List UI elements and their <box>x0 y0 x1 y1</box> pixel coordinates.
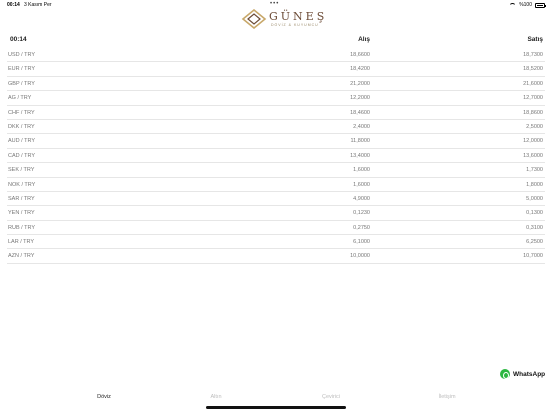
buy-value: 13,4000 <box>350 152 370 159</box>
currency-pair: LAR / TRY <box>8 239 35 246</box>
sell-value: 18,8600 <box>523 109 543 116</box>
status-indicators: %100 <box>509 0 546 10</box>
currency-pair: GBP / TRY <box>8 80 35 87</box>
sell-value: 0,1300 <box>526 210 543 217</box>
sell-value: 12,0000 <box>523 138 543 145</box>
sell-value: 10,7000 <box>523 253 543 260</box>
currency-pair: EUR / TRY <box>8 66 35 73</box>
buy-value: 2,4000 <box>353 123 370 130</box>
sell-value: 2,5000 <box>526 123 543 130</box>
sell-value: 1,8000 <box>526 181 543 188</box>
sell-value: 13,6000 <box>523 152 543 159</box>
currency-pair: SEK / TRY <box>8 167 35 174</box>
buy-value: 0,1230 <box>353 210 370 217</box>
currency-pair: SAR / TRY <box>8 195 35 202</box>
currency-pair: DKK / TRY <box>8 123 35 130</box>
table-row: YEN / TRY 0,1230 0,1300 <box>7 206 545 221</box>
table-row: SAR / TRY 4,9000 5,0000 <box>7 192 545 207</box>
tab-doviz[interactable]: Döviz <box>97 394 111 400</box>
sell-value: 12,7000 <box>523 95 543 102</box>
tab-iletisim[interactable]: İletişim <box>438 394 455 400</box>
currency-pair: CHF / TRY <box>8 109 35 116</box>
wifi-icon <box>509 3 517 8</box>
table-row: AZN / TRY 10,0000 10,7000 <box>7 249 545 264</box>
whatsapp-button[interactable]: WhatsApp <box>500 369 545 379</box>
sell-value: 0,3100 <box>526 224 543 231</box>
sell-value: 6,2500 <box>526 239 543 246</box>
tab-cevirici[interactable]: Çevirici <box>322 394 340 400</box>
status-time: 00:14 <box>7 2 20 8</box>
table-row: AUD / TRY 11,8000 12,0000 <box>7 134 545 149</box>
buy-value: 12,2000 <box>350 95 370 102</box>
buy-value: 21,2000 <box>350 80 370 87</box>
buy-value: 4,9000 <box>353 195 370 202</box>
sell-value: 5,0000 <box>526 195 543 202</box>
logo-name: GÜNEŞ <box>269 10 328 23</box>
sell-value: 1,7300 <box>526 167 543 174</box>
sell-value: 18,5200 <box>523 66 543 73</box>
currency-pair: AUD / TRY <box>8 138 35 145</box>
buy-value: 6,1000 <box>353 239 370 246</box>
battery-percent: %100 <box>519 2 532 8</box>
table-row: RUB / TRY 0,2750 0,3100 <box>7 221 545 236</box>
currency-pair: USD / TRY <box>8 52 35 58</box>
table-row: DKK / TRY 2,4000 2,5000 <box>7 120 545 135</box>
sell-value: 21,6000 <box>523 80 543 87</box>
brand-logo: GÜNEŞ DÖVİZ & KUYUMCU <box>241 9 341 31</box>
rates-table: USD / TRY 18,6600 18,7300 EUR / TRY 18,4200… <box>7 48 545 264</box>
table-row: CHF / TRY 18,4600 18,8600 <box>7 106 545 120</box>
logo-subtitle: DÖVİZ & KUYUMCU <box>271 23 319 27</box>
diamond-logo-icon <box>241 9 267 29</box>
buy-value: 18,4600 <box>350 109 370 116</box>
battery-icon <box>535 2 546 8</box>
buy-value: 18,6600 <box>350 52 370 58</box>
table-row: NOK / TRY 1,6000 1,8000 <box>7 178 545 192</box>
currency-pair: CAD / TRY <box>8 152 35 159</box>
buy-value: 1,6000 <box>353 167 370 174</box>
buy-value: 18,4200 <box>350 66 370 73</box>
currency-pair: YEN / TRY <box>8 210 35 217</box>
tab-altin[interactable]: Altın <box>210 394 221 400</box>
buy-value: 10,0000 <box>350 253 370 260</box>
table-row: CAD / TRY 13,4000 13,6000 <box>7 149 545 164</box>
multitasking-dots[interactable]: ••• <box>270 0 279 9</box>
update-time: 00:14 <box>10 36 27 43</box>
currency-pair: AG / TRY <box>8 95 32 102</box>
buy-value: 0,2750 <box>353 224 370 231</box>
whatsapp-label: WhatsApp <box>513 370 546 378</box>
currency-pair: RUB / TRY <box>8 224 35 231</box>
rates-header: 00:14 Alış Satış <box>7 34 545 46</box>
table-row: SEK / TRY 1,6000 1,7300 <box>7 163 545 178</box>
buy-value: 1,6000 <box>353 181 370 188</box>
table-row: AG / TRY 12,2000 12,7000 <box>7 91 545 106</box>
status-date: 3 Kasım Per <box>24 2 52 8</box>
whatsapp-icon <box>500 369 510 379</box>
table-row: EUR / TRY 18,4200 18,5200 <box>7 62 545 77</box>
sell-column-header: Satış <box>527 36 543 43</box>
currency-pair: AZN / TRY <box>8 253 35 260</box>
tab-bar: Döviz Altın Çevirici İletişim <box>0 392 552 404</box>
currency-pair: NOK / TRY <box>8 181 36 188</box>
buy-column-header: Alış <box>358 36 370 43</box>
home-indicator[interactable] <box>206 406 346 409</box>
buy-value: 11,8000 <box>350 138 370 145</box>
table-row: GBP / TRY 21,2000 21,6000 <box>7 77 545 92</box>
table-row: USD / TRY 18,6600 18,7300 <box>7 48 545 63</box>
table-row: LAR / TRY 6,1000 6,2500 <box>7 235 545 250</box>
sell-value: 18,7300 <box>523 52 543 58</box>
